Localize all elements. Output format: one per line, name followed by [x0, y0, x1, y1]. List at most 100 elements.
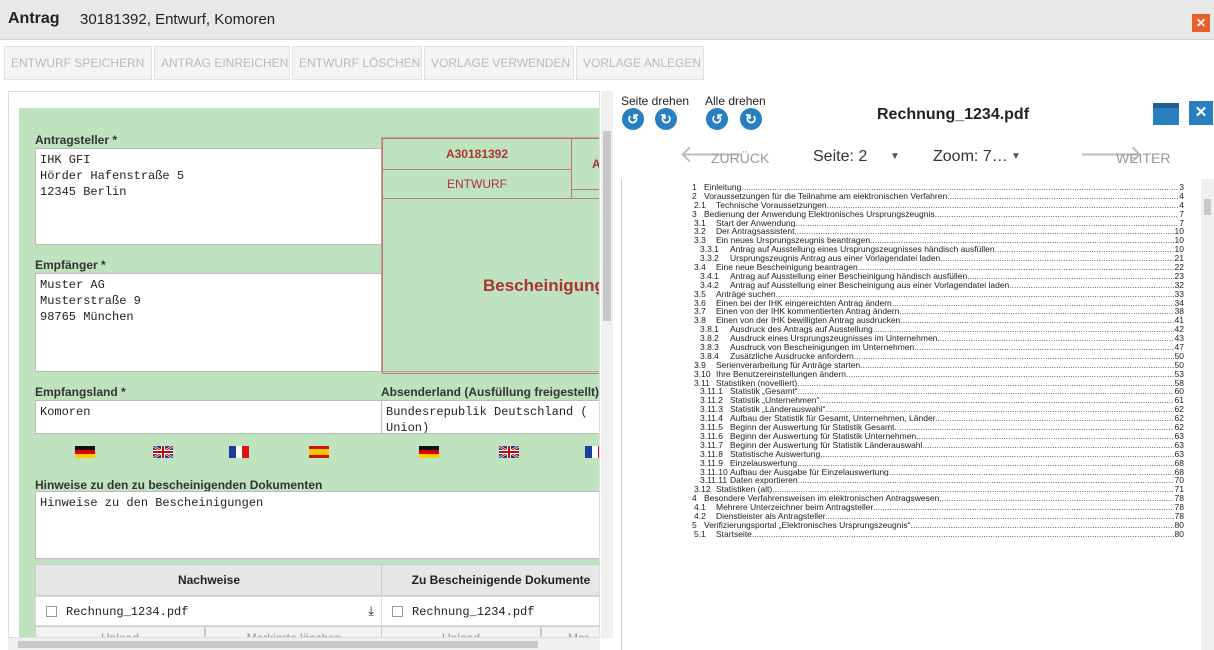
back-button[interactable]: ZURÜCK	[711, 150, 769, 166]
documents-row-checkbox[interactable]	[392, 606, 403, 617]
sender-country-field[interactable]: Bundesrepublik Deutschland ( Union)	[381, 400, 599, 434]
close-icon[interactable]: ✕	[1192, 14, 1210, 32]
toc-entry-page: 63	[1173, 431, 1184, 441]
toc-entry-number: 4.1	[694, 503, 706, 512]
toc-entry: 3.11.1 Statistik „Gesamt“................…	[700, 387, 1184, 397]
documents-header-label: Zu Bescheinigende Dokumente	[411, 573, 591, 587]
notes-field[interactable]: Hinweise zu den Bescheinigungen	[35, 491, 599, 559]
toc-entry-number: 3.8.3	[700, 343, 719, 352]
forward-button[interactable]: WEITER	[1116, 150, 1170, 166]
rotate-all-left-icon[interactable]: ↺	[706, 108, 728, 130]
documents-file-name[interactable]: Rechnung_1234.pdf	[412, 605, 534, 619]
toc-entry-number: 3	[692, 209, 697, 219]
spanish-flag-icon[interactable]	[309, 446, 329, 458]
toc-entry-title: Ausdruck des Antrags auf Ausstellung	[730, 325, 873, 335]
toc-entry-number: 3.3.2	[700, 254, 719, 264]
toc-entry-page: 62	[1173, 405, 1184, 415]
toc-entry-page: 33	[1173, 289, 1184, 299]
pdf-viewer-header: Seite drehen ↺ ↻ Alle drehen ↺ ↻ Rechnun…	[613, 91, 1214, 179]
certificate-preview: A30181392 A ENTWURF Bescheinigung	[381, 137, 599, 374]
rotate-page-left-icon[interactable]: ↺	[622, 108, 644, 130]
recipient-field[interactable]: Muster AG Musterstraße 9 98765 München	[35, 273, 383, 372]
save-draft-button[interactable]: ENTWURF SPEICHERN	[4, 46, 152, 80]
close-viewer-icon[interactable]: ✕	[1189, 101, 1213, 125]
toc-entry-title: Aufbau der Statistik für Gesamt, Unterne…	[730, 414, 936, 424]
toc-entry-title: Ausdruck eines Ursprungszeugnisses im Un…	[730, 334, 938, 344]
toc-entry-page: 60	[1173, 387, 1184, 397]
rotate-all-right-icon[interactable]: ↻	[740, 108, 762, 130]
evidence-table-header: Nachweise	[35, 564, 383, 596]
create-template-button[interactable]: VORLAGE ANLEGEN	[576, 46, 704, 80]
toc-entry: 3.11.8 Statistische Auswertung...........…	[700, 449, 1184, 459]
zoom-dropdown-icon[interactable]: ▼	[1011, 151, 1021, 162]
download-icon[interactable]: ⤓	[368, 603, 374, 619]
toc-entry-title: Der Antragsassistent	[716, 227, 795, 237]
toc-entry-page: 34	[1173, 298, 1184, 308]
toc-entry-number: 5.1	[694, 529, 706, 539]
german-flag-icon[interactable]	[75, 446, 95, 458]
toc-entry-title: Voraussetzungen für die Teilnahme am ele…	[704, 191, 948, 201]
page-indicator[interactable]: Seite: 2	[813, 148, 867, 166]
form-vertical-scrollbar[interactable]	[601, 91, 613, 638]
toc-entry: 4.1 Mehrere Unterzeichner beim Antragstel…	[694, 503, 1184, 512]
toc-entry-title: Daten exportieren	[730, 476, 798, 486]
evidence-delete-marked-button[interactable]: Markierte löschen	[205, 626, 383, 637]
french-flag-icon[interactable]	[585, 446, 600, 458]
toc-entry-title: Verifizierungsportal „Elektronisches Urs…	[704, 520, 911, 530]
use-template-button[interactable]: VORLAGE VERWENDEN	[424, 46, 574, 80]
toc-entry: 4 Besondere Verfahrensweisen im elektroni…	[692, 494, 1184, 504]
toc-entry: 2.1 Technische Voraussetzungen...........…	[694, 200, 1184, 210]
toc-entry-page: 70	[1173, 476, 1184, 486]
documents-upload-button[interactable]: Upload	[381, 626, 541, 637]
german-flag-icon[interactable]	[419, 446, 439, 458]
certificate-status: ENTWURF	[382, 169, 572, 199]
toc-entry-number: 3.4	[694, 263, 706, 272]
pdf-vertical-scrollbar[interactable]	[1201, 179, 1214, 650]
toc-entry-page: 10	[1173, 236, 1184, 246]
toc-entry: 3.11.2 Statistik „Unternehmen“...........…	[700, 396, 1184, 406]
toc-entry: 3.12 Statistiken (alt)...................…	[694, 485, 1184, 495]
form-scroll-thumb[interactable]	[603, 131, 611, 321]
documents-mark-button[interactable]: Mar	[541, 626, 599, 637]
toc-entry: 3.7 Einen von der IHK kommentierten Antra…	[694, 307, 1184, 317]
evidence-row-checkbox[interactable]	[46, 606, 57, 617]
evidence-file-name[interactable]: Rechnung_1234.pdf	[66, 605, 188, 619]
toc-entry-title: Mehrere Unterzeichner beim Antragsteller	[716, 503, 873, 512]
toc-entry-title: Serienverarbeitung für Anträge starten	[716, 360, 861, 370]
toc-entry-title: Ursprungszeugnis Antrag aus einer Vorlag…	[730, 254, 941, 264]
toc-entry-number: 3.2	[694, 227, 706, 237]
recipient-label: Empfänger *	[35, 258, 106, 272]
toc-entry-number: 3.11.10	[700, 467, 728, 477]
zoom-selector[interactable]: Zoom: 7…	[933, 148, 1008, 166]
submit-application-button[interactable]: ANTRAG EINREICHEN	[154, 46, 290, 80]
documents-table-header: Zu Bescheinigende Dokumente	[381, 564, 599, 596]
window-title-label: Antrag	[8, 10, 60, 27]
delete-draft-button[interactable]: ENTWURF LÖSCHEN	[292, 46, 422, 80]
applicant-field[interactable]: IHK GFI Hörder Hafenstraße 5 12345 Berli…	[35, 148, 383, 245]
british-flag-icon[interactable]	[153, 446, 173, 458]
form-hscroll-thumb[interactable]	[18, 641, 538, 648]
pdf-scroll-thumb[interactable]	[1204, 199, 1211, 215]
toc-entry: 3.9 Serienverarbeitung für Anträge starte…	[694, 360, 1184, 370]
toc-entry: 3.11.11 Daten exportieren................…	[700, 476, 1184, 486]
toc-entry-number: 3.6	[694, 298, 706, 308]
toc-entry-number: 3.11.3	[700, 405, 724, 415]
rotate-page-right-icon[interactable]: ↻	[655, 108, 677, 130]
page-dropdown-icon[interactable]: ▼	[890, 151, 900, 162]
toc-entry-title: Statistik „Gesamt“	[730, 387, 798, 397]
toc-entry-page: 7	[1178, 209, 1184, 219]
evidence-upload-button[interactable]: Upload	[35, 626, 205, 637]
form-horizontal-scrollbar[interactable]	[8, 638, 600, 650]
toc-entry: 3.4.2 Antrag auf Ausstellung einer Besche…	[700, 280, 1184, 290]
french-flag-icon[interactable]	[229, 446, 249, 458]
toc-entry-page: 50	[1173, 360, 1184, 370]
british-flag-icon[interactable]	[499, 446, 519, 458]
toc-entry-title: Ein neues Ursprungszeugnis beantragen	[716, 236, 871, 246]
destination-country-field[interactable]: Komoren	[35, 400, 383, 434]
toc-entry-number: 3.3.1	[700, 245, 719, 255]
maximize-icon[interactable]	[1153, 103, 1179, 125]
toc-entry-page: 10	[1173, 245, 1184, 255]
toc-entry-page: 78	[1173, 511, 1184, 521]
toc-entry: 3 Bedienung der Anwendung Elektronisches …	[692, 209, 1184, 219]
rotate-all-label: Alle drehen	[705, 94, 766, 108]
